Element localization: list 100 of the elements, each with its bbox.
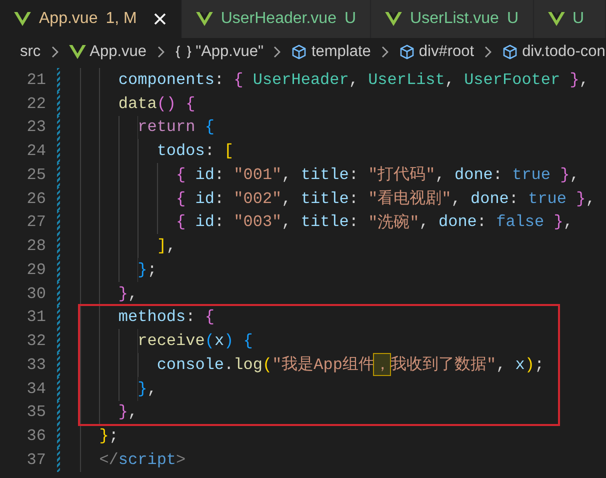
code-token: , [147, 380, 157, 398]
code-token: done [438, 213, 477, 232]
code-token: UserHeader [252, 70, 349, 89]
code-token: title [300, 190, 349, 208]
code-token: { [176, 190, 186, 208]
code-token: { [234, 70, 244, 89]
code-token: </ [99, 450, 118, 469]
code-token: log [234, 356, 262, 374]
code-token: > [176, 450, 186, 469]
code-token: , [579, 70, 589, 89]
code-token: console [156, 356, 224, 374]
editor-tab[interactable]: U [534, 0, 606, 38]
code-token: x [214, 332, 224, 350]
code-token: , [282, 166, 292, 184]
breadcrumb-item[interactable]: div#root [398, 43, 474, 61]
code-token: components [118, 70, 214, 89]
line-number: 25 [26, 166, 46, 184]
code-token: , [496, 356, 507, 374]
line-number: 21 [26, 70, 46, 89]
code-token: , [282, 213, 292, 232]
line-number: 37 [26, 450, 46, 469]
code-token: done [470, 190, 509, 208]
editor-tab[interactable]: UserHeader.vue U [182, 0, 372, 38]
code-token: ] [156, 237, 166, 256]
breadcrumb-item[interactable]: "App.vue" [174, 43, 264, 61]
code-token: ( [204, 332, 214, 350]
code-token: id [194, 213, 214, 232]
code-token: "打代码" [368, 165, 436, 186]
code-token: . [224, 356, 234, 374]
code-token: } [138, 380, 148, 398]
code-token: "001" [234, 166, 282, 184]
code-token: id [194, 190, 214, 208]
code-token: } [575, 190, 586, 208]
code-token: todos [156, 142, 205, 160]
code-token: x [515, 356, 525, 374]
code-token: script [118, 450, 176, 469]
code-token: , [166, 237, 176, 256]
code-token: , [419, 213, 430, 232]
code-token: : [214, 190, 226, 208]
breadcrumb-item[interactable]: App.vue [68, 43, 147, 61]
code-token: UserFooter [464, 70, 560, 89]
line-number: 33 [26, 356, 46, 374]
code-token: { [242, 332, 253, 350]
code-token: receive [138, 332, 205, 350]
code-token: return [138, 118, 196, 136]
breadcrumb-item[interactable]: template [291, 43, 371, 61]
editor-tab[interactable]: App.vue 1, M [0, 0, 182, 38]
code-token: data [118, 94, 157, 113]
line-number: 34 [26, 380, 46, 398]
line-number: 23 [26, 118, 46, 136]
breadcrumb-item[interactable]: src [20, 43, 41, 61]
code-token: UserList [368, 70, 445, 89]
code-token: , [586, 190, 596, 208]
breadcrumb-item[interactable]: div.todo-con [502, 43, 606, 61]
code-token: : [492, 166, 504, 184]
code-token: "看电视剧" [368, 188, 452, 210]
code-token: } [118, 284, 128, 303]
code-token: title [300, 213, 349, 232]
code-token: "003" [234, 213, 282, 232]
code-token: } [138, 260, 148, 279]
line-number: 26 [26, 190, 46, 208]
editor-tab[interactable]: UserList.vue U [371, 0, 534, 38]
line-number: 36 [26, 427, 46, 446]
code-token: , [444, 70, 456, 89]
code-token: } [552, 213, 564, 232]
code-token: ; [534, 356, 544, 374]
line-number: 30 [26, 284, 46, 303]
line-number: 31 [26, 308, 46, 326]
code-token: ; [147, 260, 157, 279]
code-token: { [176, 166, 186, 184]
code-token: title [300, 166, 349, 184]
code-token: : [348, 166, 360, 184]
code-token: { [204, 118, 214, 136]
code-token: , [128, 403, 138, 422]
code-token: : [508, 190, 520, 208]
code-token: , [128, 284, 138, 303]
code-token: } [99, 427, 109, 446]
code-token: [ [224, 142, 234, 160]
code-token: , [348, 70, 360, 89]
line-number: 28 [26, 237, 46, 256]
code-token: ; [108, 427, 118, 446]
code-token: false [496, 213, 544, 232]
code-token: { [176, 213, 186, 232]
code-token: id [194, 166, 214, 184]
code-token: } [118, 403, 128, 422]
code-token: , [570, 166, 580, 184]
code-token: : [214, 213, 226, 232]
code-token: true [528, 190, 566, 208]
code-token: : [186, 308, 196, 326]
code-token: : [214, 166, 226, 184]
line-number: 27 [26, 213, 46, 232]
code-token: , [563, 213, 573, 232]
line-number: 24 [26, 142, 46, 160]
line-number: 22 [26, 94, 46, 113]
code-token: , [282, 190, 292, 208]
code-token: ( [262, 356, 272, 374]
code-token: ) [524, 356, 534, 374]
code-token: "我是App组件 [272, 354, 374, 376]
line-number: 29 [26, 260, 46, 279]
highlighted-character: ， [374, 354, 390, 376]
